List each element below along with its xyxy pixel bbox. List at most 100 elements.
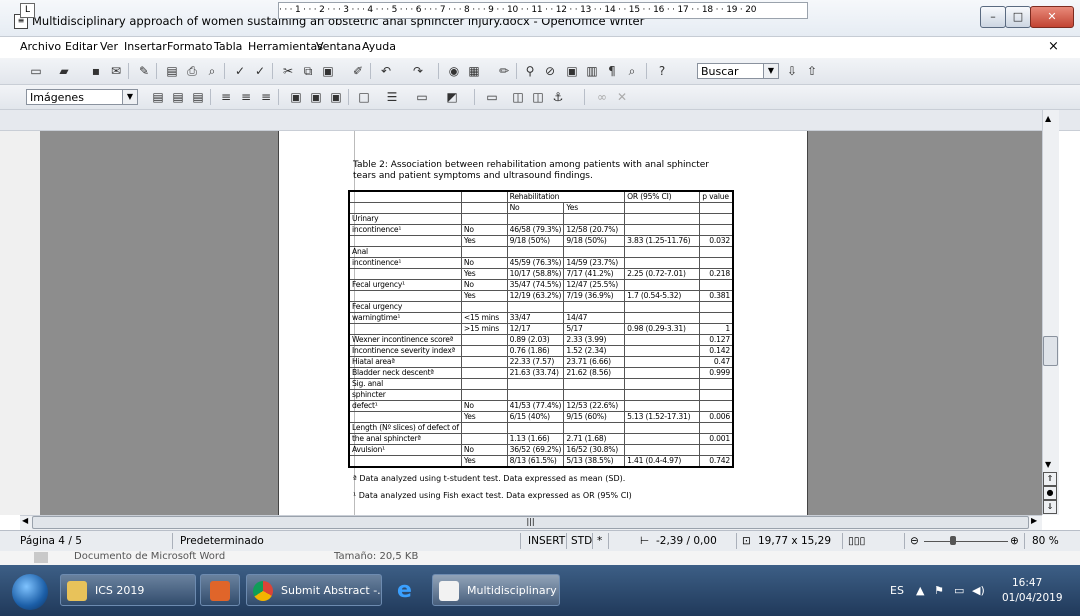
taskbar-item-ie[interactable]: e xyxy=(386,574,428,606)
spellcheck-icon[interactable]: ✓ xyxy=(232,63,248,79)
chevron-down-icon[interactable]: ▼ xyxy=(122,90,137,104)
wrap-off-icon[interactable]: ▤ xyxy=(150,89,166,105)
anchor-char-icon[interactable]: ▣ xyxy=(328,89,344,105)
volume-icon[interactable]: ◀) xyxy=(972,584,985,597)
print-icon[interactable]: ⎙ xyxy=(184,63,200,79)
border-color-icon[interactable]: ▭ xyxy=(414,89,430,105)
menu-formato[interactable]: Formato xyxy=(167,40,213,53)
align-center-icon[interactable]: ≡ xyxy=(238,89,254,105)
unlink-frames-icon[interactable]: ✕ xyxy=(614,89,630,105)
align-left-icon[interactable]: ≡ xyxy=(218,89,234,105)
language-indicator[interactable]: ES xyxy=(890,584,904,597)
background-color-icon[interactable]: ◩ xyxy=(444,89,460,105)
save-icon[interactable]: ▪ xyxy=(88,63,104,79)
page-indicator[interactable]: Página 4 / 5 xyxy=(20,535,82,547)
footnote-fisher[interactable]: ¹ Data analyzed using Fish exact test. D… xyxy=(353,491,632,500)
scroll-up-icon[interactable]: ▲ xyxy=(1045,114,1051,123)
undo-icon[interactable]: ↶ xyxy=(378,63,394,79)
redo-icon[interactable]: ↷ xyxy=(410,63,426,79)
tray-expand-icon[interactable]: ▲ xyxy=(916,584,924,597)
export-pdf-icon[interactable]: ▤ xyxy=(164,63,180,79)
link-frames-icon[interactable]: ∞ xyxy=(594,89,610,105)
taskbar-item-writer[interactable]: Multidisciplinary ... xyxy=(432,574,560,606)
menu-archivo[interactable]: Archivo xyxy=(20,40,61,53)
zoom-slider[interactable] xyxy=(924,541,1008,542)
zoom-out-icon[interactable]: ⊖ xyxy=(910,535,919,547)
navigator-icon[interactable]: ⊘ xyxy=(542,63,558,79)
new-document-icon[interactable]: ▭ xyxy=(28,63,44,79)
gallery-icon[interactable]: ▣ xyxy=(564,63,580,79)
table-icon[interactable]: ▦ xyxy=(466,63,482,79)
find-next-icon[interactable]: ⇩ xyxy=(784,63,800,79)
draw-functions-icon[interactable]: ✏ xyxy=(496,63,512,79)
start-button[interactable] xyxy=(12,574,48,610)
format-paintbrush-icon[interactable]: ✐ xyxy=(350,63,366,79)
view-layout-icon[interactable]: ▯▯▯ xyxy=(848,535,865,547)
menu-ayuda[interactable]: Ayuda xyxy=(362,40,396,53)
menu-ventana[interactable]: Ventana xyxy=(316,40,361,53)
horizontal-ruler[interactable]: · · · 1 · · · 2 · · · 3 · · · 4 · · · 5 … xyxy=(278,2,808,19)
next-page-icon[interactable]: ⇓ xyxy=(1043,500,1057,514)
find-previous-icon[interactable]: ⇧ xyxy=(804,63,820,79)
edit-file-icon[interactable]: ✎ xyxy=(136,63,152,79)
search-input[interactable]: Buscar ▼ xyxy=(697,63,779,79)
auto-spellcheck-icon[interactable]: ✓ xyxy=(252,63,268,79)
data-sources-icon[interactable]: ▥ xyxy=(584,63,600,79)
find-replace-icon[interactable]: ⚲ xyxy=(522,63,538,79)
open-folder-icon[interactable]: ▰ xyxy=(56,63,72,79)
zoom-level[interactable]: 80 % xyxy=(1032,535,1059,547)
hyperlink-icon[interactable]: ◉ xyxy=(446,63,462,79)
footnote-ttest[interactable]: ª Data analyzed using t-student test. Da… xyxy=(353,474,625,483)
maximize-button[interactable]: □ xyxy=(1005,6,1031,28)
selection-mode[interactable]: STD xyxy=(571,535,592,547)
style-combo[interactable]: Imágenes ▼ xyxy=(26,89,138,105)
vertical-scroll-thumb[interactable] xyxy=(1043,336,1058,366)
taskbar-item-media[interactable] xyxy=(200,574,240,606)
help-icon[interactable]: ? xyxy=(654,63,670,79)
close-document-icon[interactable]: × xyxy=(1048,39,1059,54)
anchor-paragraph-icon[interactable]: ▣ xyxy=(308,89,324,105)
formatting-marks-icon[interactable]: ¶ xyxy=(604,63,620,79)
previous-page-icon[interactable]: ⇑ xyxy=(1043,472,1057,486)
scroll-right-icon[interactable]: ▶ xyxy=(1031,516,1037,525)
anchor-page-icon[interactable]: ▣ xyxy=(288,89,304,105)
zoom-icon[interactable]: ⌕ xyxy=(624,63,640,79)
print-preview-icon[interactable]: ⌕ xyxy=(204,63,220,79)
page-style[interactable]: Predeterminado xyxy=(180,535,264,547)
send-to-back-icon[interactable]: ◫ xyxy=(530,89,546,105)
navigation-icon[interactable]: ● xyxy=(1043,486,1057,500)
taskbar-item-chrome[interactable]: Submit Abstract -... xyxy=(246,574,382,606)
bring-to-front-icon[interactable]: ◫ xyxy=(510,89,526,105)
vertical-scrollbar[interactable] xyxy=(1042,110,1059,515)
menu-tabla[interactable]: Tabla xyxy=(214,40,242,53)
wrap-through-icon[interactable]: ▤ xyxy=(190,89,206,105)
email-icon[interactable]: ✉ xyxy=(108,63,124,79)
copy-icon[interactable]: ⧉ xyxy=(300,63,316,79)
scroll-down-icon[interactable]: ▼ xyxy=(1045,460,1051,469)
frame-properties-icon[interactable]: ▭ xyxy=(484,89,500,105)
zoom-in-icon[interactable]: ⊕ xyxy=(1010,535,1019,547)
close-button[interactable]: ✕ xyxy=(1030,6,1074,28)
minimize-button[interactable]: – xyxy=(980,6,1006,28)
table-caption[interactable]: Table 2: Association between rehabilitat… xyxy=(353,160,733,182)
results-table[interactable]: Rehabilitation OR (95% CI) p value No Ye… xyxy=(348,190,734,468)
taskbar-item-folder[interactable]: ICS 2019 xyxy=(60,574,196,606)
tab-stop-selector[interactable]: L xyxy=(20,3,35,18)
borders-icon[interactable]: □ xyxy=(356,89,372,105)
insert-mode[interactable]: INSERT xyxy=(528,535,565,547)
menu-herramientas[interactable]: Herramientas xyxy=(248,40,323,53)
horizontal-scroll-thumb[interactable]: ||| xyxy=(32,516,1029,529)
chevron-down-icon[interactable]: ▼ xyxy=(763,64,778,78)
flag-icon[interactable]: ⚑ xyxy=(934,584,944,597)
network-icon[interactable]: ▭ xyxy=(954,584,964,597)
menu-ver[interactable]: Ver xyxy=(100,40,118,53)
line-style-icon[interactable]: ☰ xyxy=(384,89,400,105)
menu-editar[interactable]: Editar xyxy=(65,40,98,53)
wrap-page-icon[interactable]: ▤ xyxy=(170,89,186,105)
scroll-left-icon[interactable]: ◀ xyxy=(22,516,28,525)
clock-time[interactable]: 16:47 xyxy=(1012,577,1042,589)
menu-insertar[interactable]: Insertar xyxy=(124,40,167,53)
cut-icon[interactable]: ✂ xyxy=(280,63,296,79)
paste-icon[interactable]: ▣ xyxy=(320,63,336,79)
clock-date[interactable]: 01/04/2019 xyxy=(1002,592,1063,604)
